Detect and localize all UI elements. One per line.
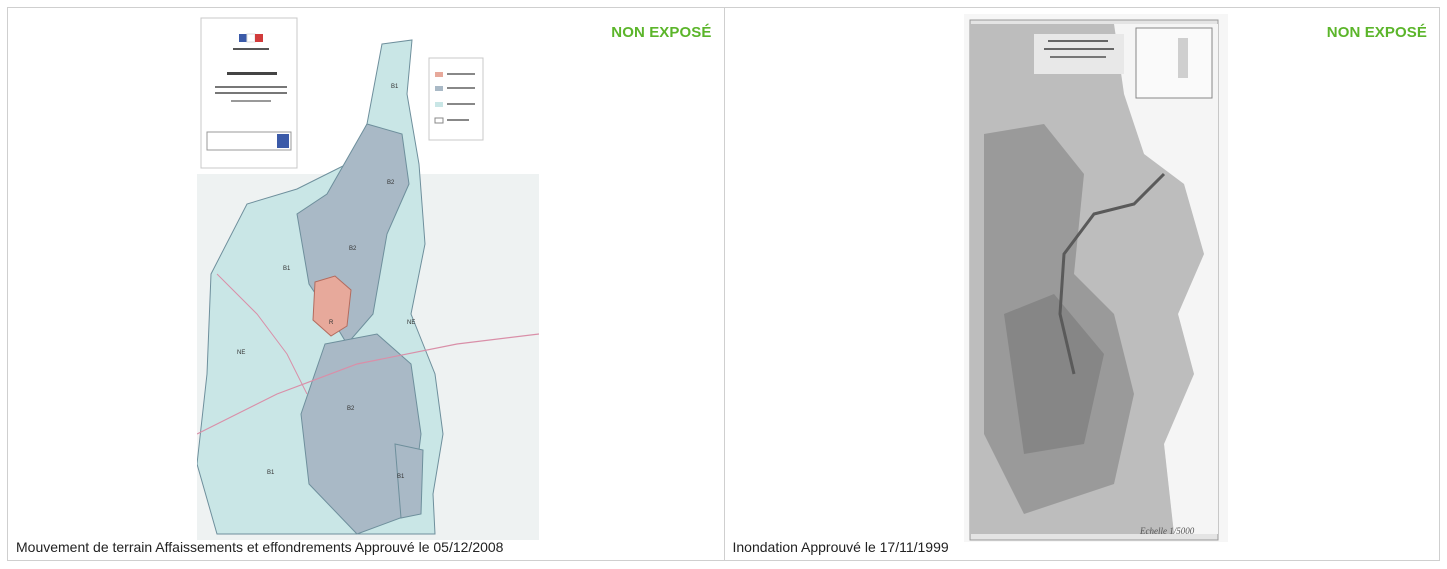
svg-text:R: R xyxy=(329,320,334,326)
svg-text:B2: B2 xyxy=(387,180,395,186)
svg-text:Echelle 1/5000: Echelle 1/5000 xyxy=(1139,526,1195,536)
plan-caption: Inondation Approuvé le 17/11/1999 xyxy=(732,539,949,555)
risk-plans-grid: B1 B2 B2 B1 R NE NE B2 B1 B1 NON EXPOSÉ … xyxy=(7,7,1440,561)
plan-map-image[interactable]: Echelle 1/5000 xyxy=(963,14,1228,542)
svg-text:B2: B2 xyxy=(347,406,355,412)
plan-map-image[interactable]: B1 B2 B2 B1 R NE NE B2 B1 B1 xyxy=(197,14,539,540)
svg-text:B1: B1 xyxy=(397,474,405,480)
plan-card-mouvement-terrain: B1 B2 B2 B1 R NE NE B2 B1 B1 NON EXPOSÉ … xyxy=(8,8,724,560)
plan-card-inondation: Echelle 1/5000 NON EXPOSÉ Inondation App… xyxy=(723,8,1440,560)
svg-text:B2: B2 xyxy=(349,246,357,252)
svg-text:NE: NE xyxy=(407,320,415,326)
plan-caption: Mouvement de terrain Affaissements et ef… xyxy=(16,539,504,555)
svg-text:B1: B1 xyxy=(283,266,291,272)
svg-text:B1: B1 xyxy=(267,470,275,476)
exposure-status-badge: NON EXPOSÉ xyxy=(611,24,712,41)
svg-text:NE: NE xyxy=(237,350,245,356)
svg-text:B1: B1 xyxy=(391,84,399,90)
exposure-status-badge: NON EXPOSÉ xyxy=(1326,24,1427,41)
